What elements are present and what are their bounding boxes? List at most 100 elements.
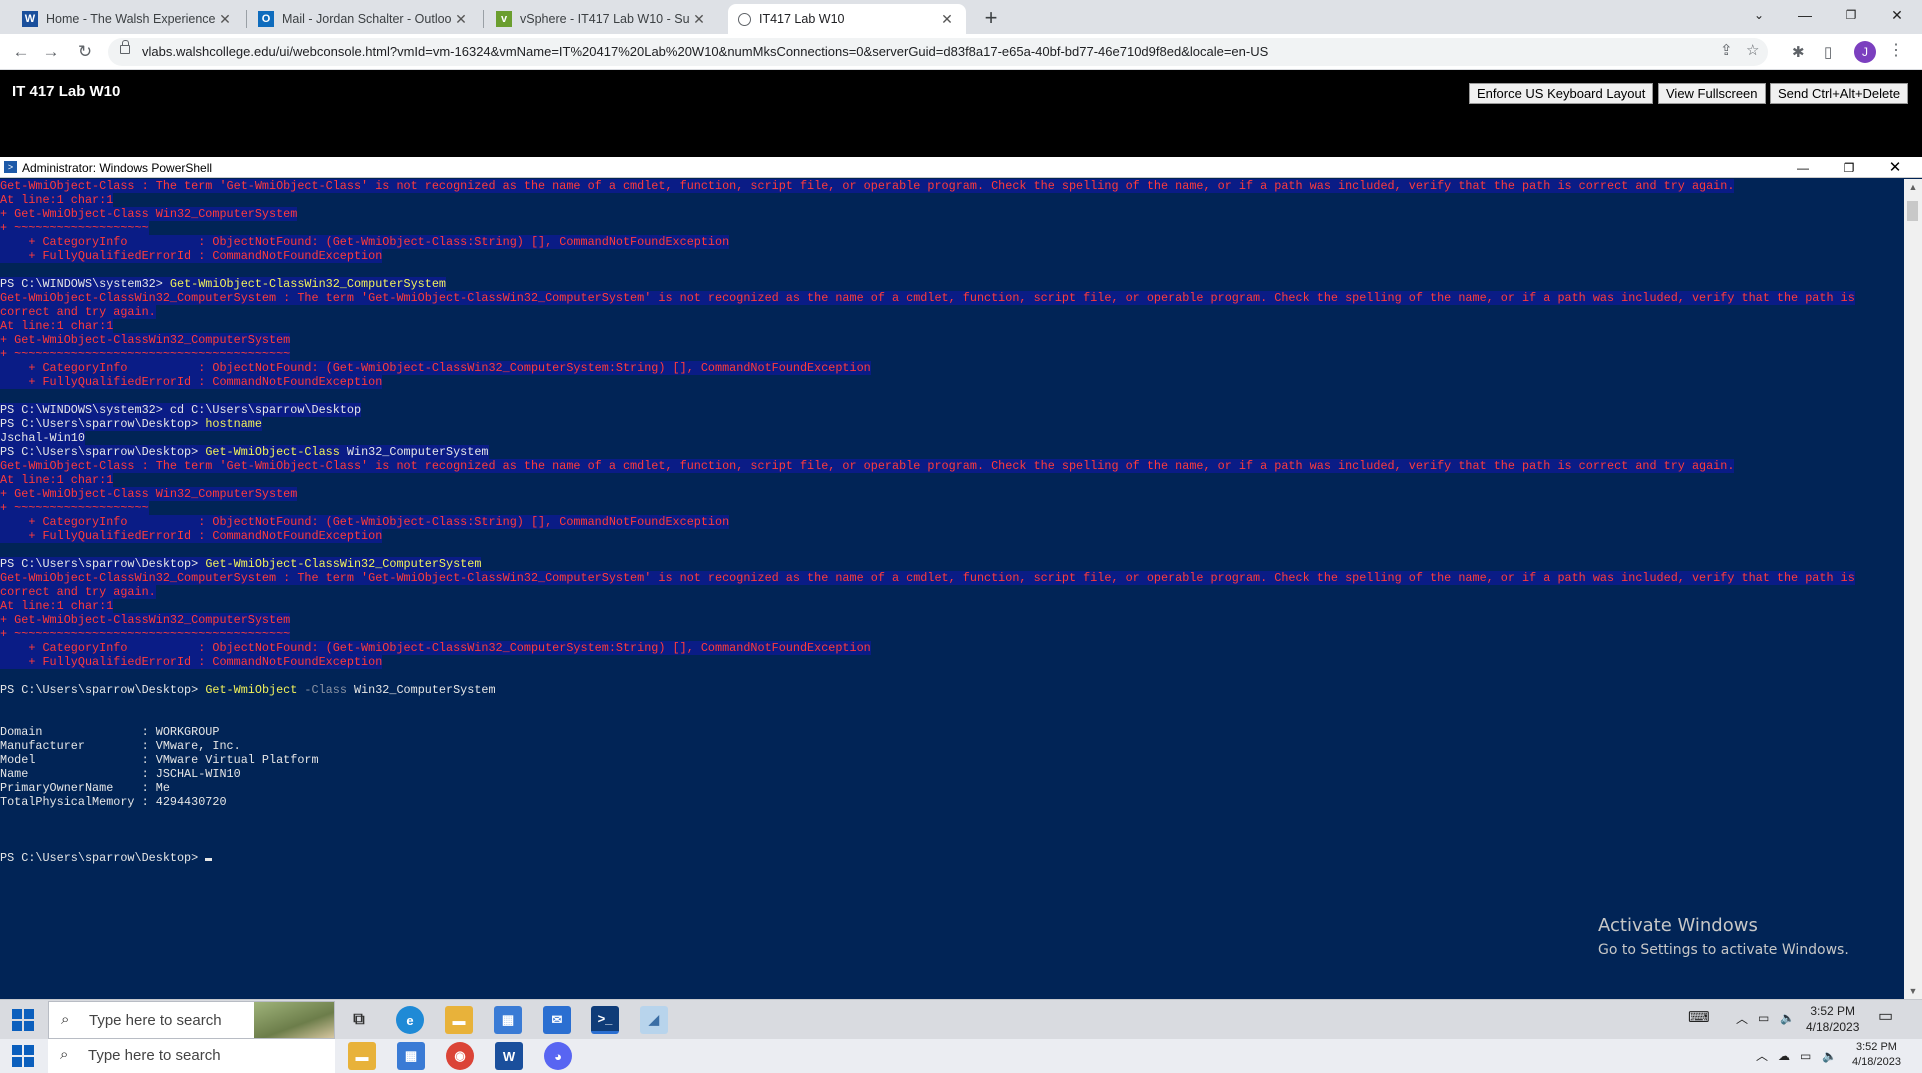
file-explorer-icon[interactable]: ▬	[348, 1042, 376, 1070]
address-bar[interactable]: vlabs.walshcollege.edu/ui/webconsole.htm…	[108, 38, 1768, 66]
bookmark-star-icon[interactable]: ☆	[1746, 41, 1759, 59]
console-text: hostname	[205, 417, 262, 431]
side-panel-icon[interactable]: ▯	[1824, 43, 1832, 61]
volume-icon[interactable]: 🔈	[1822, 1048, 1837, 1064]
windows-start-icon[interactable]	[12, 1045, 34, 1067]
reload-icon[interactable]: ↻	[72, 39, 98, 65]
console-text: PS C:\Users\sparrow\Desktop>	[0, 557, 206, 571]
powershell-titlebar: > Administrator: Windows PowerShell — ❐ …	[0, 157, 1922, 178]
minimize-button[interactable]: —	[1782, 0, 1828, 30]
search-placeholder: Type here to search	[89, 1012, 222, 1029]
store-icon[interactable]: ▦	[494, 1006, 522, 1034]
console-text: Win32_ComputerSystem	[346, 683, 496, 697]
file-explorer-icon[interactable]: ▬	[445, 1006, 473, 1034]
close-window-button[interactable]: ✕	[1874, 0, 1920, 30]
console-text: PS C:\Users\sparrow\Desktop>	[0, 683, 206, 697]
notifications-icon[interactable]: ▭	[1878, 1009, 1893, 1025]
console-line: PS C:\Users\sparrow\Desktop> Get-WmiObje…	[0, 445, 1904, 459]
close-tab-icon[interactable]: ✕	[690, 11, 708, 28]
view-fullscreen-button[interactable]: View Fullscreen	[1658, 83, 1766, 104]
clock-date: 4/18/2023	[1852, 1056, 1901, 1068]
store-icon[interactable]: ▦	[397, 1042, 425, 1070]
console-text: Manufacturer : VMware, Inc.	[0, 739, 241, 753]
console-output[interactable]: Get-WmiObject-Class : The term 'Get-WmiO…	[0, 179, 1904, 999]
console-line: PS C:\WINDOWS\system32> cd C:\Users\spar…	[0, 403, 1904, 417]
console-text: Get-WmiObject	[205, 683, 298, 697]
scroll-down-icon[interactable]: ▼	[1904, 983, 1922, 999]
task-view-icon[interactable]: ⧉	[345, 1006, 373, 1034]
extensions-icon[interactable]: ✱	[1792, 43, 1805, 61]
tray-chevron-icon[interactable]: ︿	[1736, 1011, 1748, 1027]
ps-close-button[interactable]: ✕	[1880, 158, 1910, 178]
console-text: Win32_ComputerSystem	[339, 445, 489, 459]
host-clock[interactable]: 3:52 PM 4/18/2023	[1852, 1040, 1901, 1070]
word-icon[interactable]: W	[495, 1042, 523, 1070]
app-taskbar-icon[interactable]: ◢	[640, 1006, 668, 1034]
console-text: Domain : WORKGROUP	[0, 725, 220, 739]
host-search-box[interactable]: ⌕ Type here to search	[48, 1039, 335, 1073]
tab-search-icon[interactable]: ⌄	[1736, 0, 1782, 30]
watermark-subtitle: Go to Settings to activate Windows.	[1598, 942, 1849, 958]
mail-icon[interactable]: ✉	[543, 1006, 571, 1034]
profile-avatar[interactable]: J	[1854, 41, 1876, 63]
console-scrollbar[interactable]: ▲ ▼	[1904, 179, 1922, 999]
scroll-up-icon[interactable]: ▲	[1904, 179, 1922, 195]
tab-label: vSphere - IT417 Lab W10 - Summ	[520, 12, 690, 26]
send-ctrl-alt-delete-button[interactable]: Send Ctrl+Alt+Delete	[1770, 83, 1909, 104]
browser-tab-strip: W Home - The Walsh Experience ✕ O Mail -…	[0, 0, 1922, 34]
console-line: Domain : WORKGROUP	[0, 725, 1904, 739]
new-tab-button[interactable]: +	[977, 4, 1005, 32]
tab-label: IT417 Lab W10	[759, 12, 845, 26]
tab-vsphere[interactable]: v vSphere - IT417 Lab W10 - Summ ✕	[486, 4, 718, 34]
keyboard-icon[interactable]: ⌨	[1688, 1010, 1710, 1026]
tab-home-walsh[interactable]: W Home - The Walsh Experience ✕	[12, 4, 244, 34]
forward-icon[interactable]: →	[38, 39, 64, 65]
activate-windows-watermark: Activate Windows Go to Settings to activ…	[1598, 915, 1849, 958]
vm-search-box[interactable]: ⌕ Type here to search	[48, 1001, 335, 1039]
clock-time: 3:52 PM	[1810, 1004, 1856, 1018]
scroll-thumb[interactable]	[1907, 201, 1918, 221]
close-tab-icon[interactable]: ✕	[938, 11, 956, 28]
volume-icon[interactable]: 🔈	[1780, 1010, 1795, 1026]
chrome-icon[interactable]: ◉	[446, 1042, 474, 1070]
tab-separator	[246, 10, 247, 28]
restore-button[interactable]: ❐	[1828, 0, 1874, 30]
ps-minimize-button[interactable]: —	[1788, 158, 1818, 178]
console-line: + Get-WmiObject-ClassWin32_ComputerSyste…	[0, 613, 1904, 627]
console-line: Manufacturer : VMware, Inc.	[0, 739, 1904, 753]
windows-start-icon[interactable]	[12, 1009, 34, 1031]
vm-clock[interactable]: 3:52 PM 4/18/2023	[1806, 1003, 1859, 1035]
back-icon[interactable]: ←	[8, 39, 34, 65]
enforce-keyboard-button[interactable]: Enforce US Keyboard Layout	[1469, 83, 1654, 104]
ps-restore-button[interactable]: ❐	[1834, 158, 1864, 178]
tab-it417-lab[interactable]: IT417 Lab W10 ✕	[728, 4, 966, 34]
network-icon[interactable]: ▭	[1758, 1010, 1769, 1026]
console-text: At line:1 char:1	[0, 193, 114, 207]
console-text: Model : VMware Virtual Platform	[0, 753, 319, 767]
discord-icon[interactable]: ◕	[544, 1042, 572, 1070]
tab-outlook[interactable]: O Mail - Jordan Schalter - Outlook ✕	[248, 4, 480, 34]
console-text: -Class	[297, 683, 347, 697]
console-line: + ~~~~~~~~~~~~~~~~~~~~~~~~~~~~~~~~~~~~~~…	[0, 347, 1904, 361]
console-line: At line:1 char:1	[0, 319, 1904, 333]
share-icon[interactable]: ⇪	[1720, 41, 1733, 59]
powershell-taskbar-icon[interactable]: >_	[591, 1006, 619, 1034]
vsphere-icon: v	[496, 11, 512, 27]
network-icon[interactable]: ▭	[1800, 1048, 1811, 1064]
edge-icon[interactable]: e	[396, 1006, 424, 1034]
word-icon: W	[22, 11, 38, 27]
console-text: + FullyQualifiedErrorId : CommandNotFoun…	[0, 249, 383, 263]
tray-chevron-icon[interactable]: ︿	[1756, 1048, 1768, 1064]
url-text[interactable]: vlabs.walshcollege.edu/ui/webconsole.htm…	[142, 44, 1268, 59]
close-tab-icon[interactable]: ✕	[452, 11, 470, 28]
close-tab-icon[interactable]: ✕	[216, 11, 234, 28]
console-text: Get-WmiObject-Class	[205, 445, 340, 459]
console-text: + ~~~~~~~~~~~~~~~~~~~~~~~~~~~~~~~~~~~~~~…	[0, 627, 291, 641]
console-line: + ~~~~~~~~~~~~~~~~~~~	[0, 221, 1904, 235]
menu-icon[interactable]: ⋮	[1888, 40, 1904, 60]
cloud-icon[interactable]: ☁	[1778, 1048, 1790, 1064]
powershell-window: > Administrator: Windows PowerShell — ❐ …	[0, 157, 1922, 999]
